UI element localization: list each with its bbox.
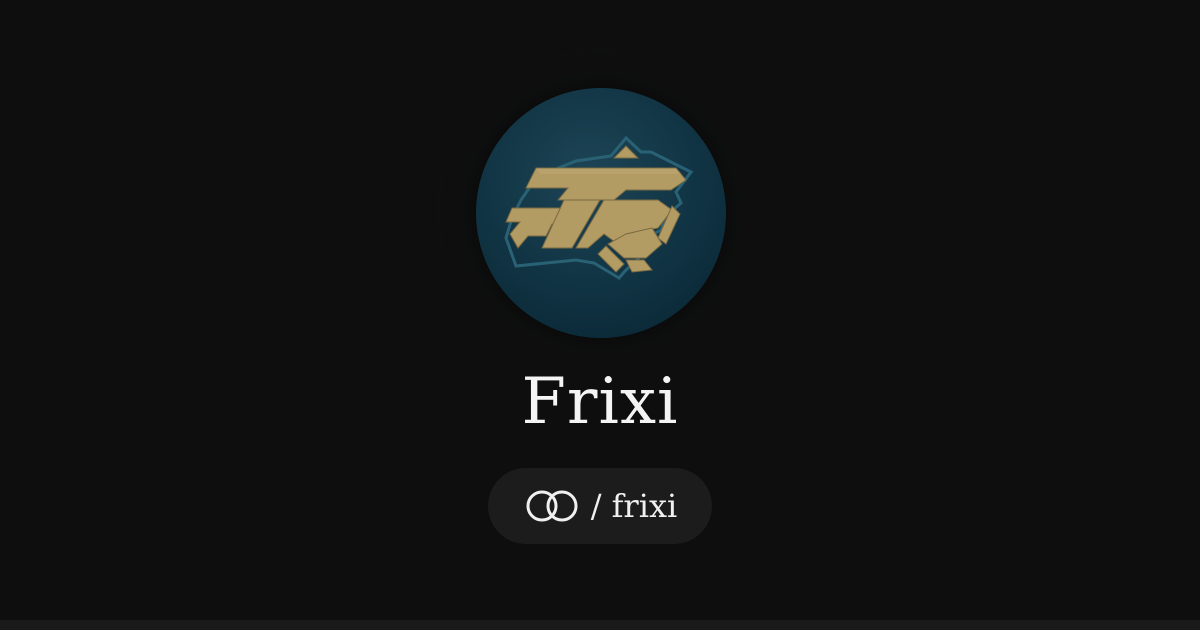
fr-logo-icon [504,135,694,280]
handle-link[interactable]: / frixi [488,468,712,544]
handle-text: frixi [611,487,678,525]
share-card: Frixi / frixi [0,0,1200,630]
linked-rings-icon [523,488,581,524]
bottom-bar [0,620,1200,630]
handle-separator: / [590,487,602,525]
avatar [476,88,726,338]
profile-name: Frixi [521,365,679,439]
